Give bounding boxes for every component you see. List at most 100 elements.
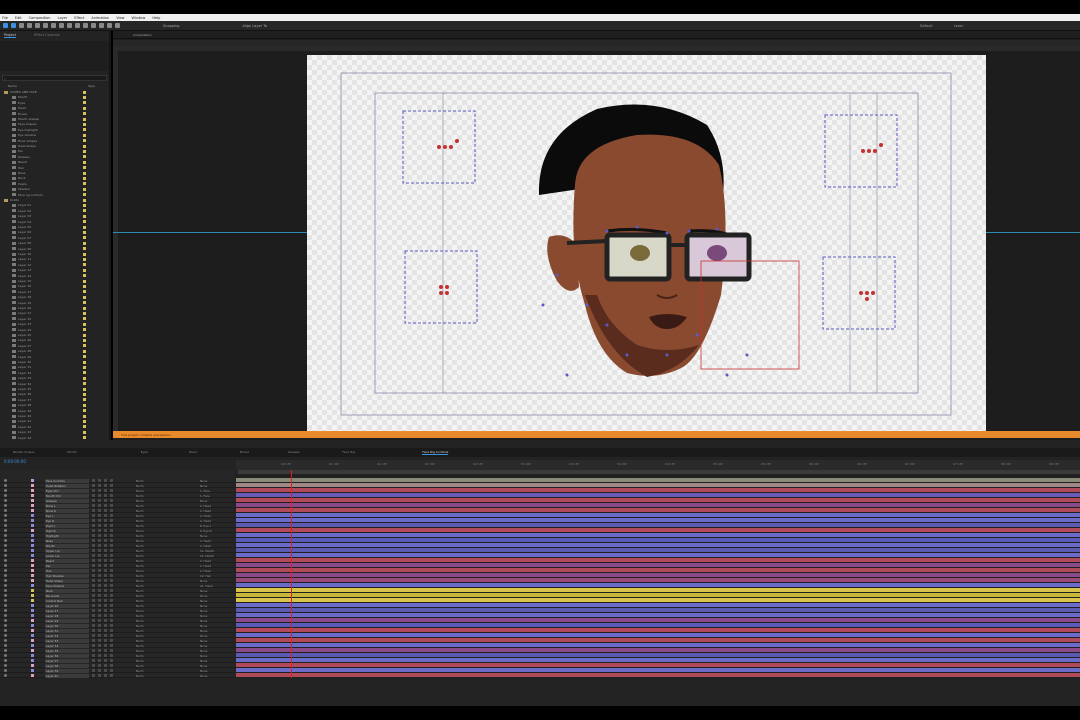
layer-name[interactable]: Layer 40 [45,673,89,678]
layer-mode[interactable]: Norm [136,589,144,593]
clone-tool-icon[interactable] [91,23,96,28]
layer-name[interactable]: Hair [45,568,89,573]
visibility-eye-icon[interactable] [4,619,7,622]
layer-mode[interactable]: Norm [136,504,144,508]
label-color[interactable] [83,311,86,315]
layer-switch[interactable] [98,499,101,502]
layer-parent[interactable]: 19. Hair [200,574,211,578]
layer-name[interactable]: Head Rotation [45,483,89,488]
layer-switch[interactable] [110,499,113,502]
layer-label-color[interactable] [31,599,34,602]
layer-track-bar[interactable] [236,588,1080,592]
layer-switch[interactable] [110,554,113,557]
layer-switch[interactable] [104,539,107,542]
layer-parent[interactable]: None [200,664,207,668]
visibility-eye-icon[interactable] [4,579,7,582]
layer-track-bar[interactable] [236,498,1080,502]
layer-label-color[interactable] [31,519,34,522]
project-search-input[interactable]: ⌕ [2,75,107,81]
label-color[interactable] [83,144,86,148]
layer-track-bar[interactable] [236,628,1080,632]
visibility-eye-icon[interactable] [4,594,7,597]
layer-label-color[interactable] [31,589,34,592]
visibility-eye-icon[interactable] [4,559,7,562]
label-color[interactable] [83,338,86,342]
menu-item[interactable]: Animation [91,16,109,20]
layer-label-color[interactable] [31,569,34,572]
layer-parent[interactable]: None [200,674,207,678]
label-color[interactable] [83,430,86,434]
layer-switch[interactable] [104,559,107,562]
layer-parent[interactable]: 1. Face [200,494,210,498]
layer-mode[interactable]: Norm [136,494,144,498]
layer-switch[interactable] [92,599,95,602]
label-color[interactable] [83,376,86,380]
layer-name[interactable]: Brow L [45,503,89,508]
layer-mode[interactable]: Norm [136,564,144,568]
layer-mode[interactable]: Norm [136,629,144,633]
layer-track-bar[interactable] [236,488,1080,492]
layer-name[interactable]: Head Shape [45,578,89,583]
pen-tool-icon[interactable] [67,23,72,28]
layer-name[interactable]: Layer 32 [45,633,89,638]
layer-switch[interactable] [92,479,95,482]
layer-name[interactable]: Layer 37 [45,658,89,663]
label-color[interactable] [83,279,86,283]
layer-switch[interactable] [92,674,95,677]
layer-switch[interactable] [98,639,101,642]
label-color[interactable] [83,414,86,418]
visibility-eye-icon[interactable] [4,509,7,512]
layer-label-color[interactable] [31,619,34,622]
layer-track-bar[interactable] [236,543,1080,547]
layer-switch[interactable] [104,534,107,537]
layer-parent[interactable]: None [200,604,207,608]
visibility-eye-icon[interactable] [4,664,7,667]
menu-item[interactable]: File [2,16,8,20]
visibility-eye-icon[interactable] [4,549,7,552]
menu-item[interactable]: Layer [58,16,68,20]
layer-switch[interactable] [110,479,113,482]
layer-name[interactable]: Pupil L [45,523,89,528]
layer-parent[interactable]: None [200,589,207,593]
col-name-header[interactable]: Name [8,84,17,88]
layer-track-bar[interactable] [236,508,1080,512]
type-tool-icon[interactable] [75,23,80,28]
layer-track-bar[interactable] [236,548,1080,552]
layer-track-bar[interactable] [236,633,1080,637]
layer-switch[interactable] [110,549,113,552]
layer-parent[interactable]: None [200,669,207,673]
layer-label-color[interactable] [31,554,34,557]
layer-parent[interactable]: None [200,644,207,648]
layer-switch[interactable] [104,674,107,677]
layer-parent[interactable]: 14. Mouth [200,549,214,553]
label-color[interactable] [83,122,86,126]
layer-switch[interactable] [98,489,101,492]
layer-switch[interactable] [98,609,101,612]
layer-switch[interactable] [98,584,101,587]
label-color[interactable] [83,306,86,310]
label-color[interactable] [83,166,86,170]
visibility-eye-icon[interactable] [4,564,7,567]
visibility-eye-icon[interactable] [4,514,7,517]
layer-mode[interactable]: Norm [136,639,144,643]
layer-switch[interactable] [92,589,95,592]
layer-switch[interactable] [104,529,107,532]
layer-name[interactable]: Nose [45,538,89,543]
layer-switch[interactable] [110,524,113,527]
layer-switch[interactable] [98,514,101,517]
layer-name[interactable]: Highlight [45,533,89,538]
visibility-eye-icon[interactable] [4,669,7,672]
visibility-eye-icon[interactable] [4,554,7,557]
label-color[interactable] [83,290,86,294]
workspace-learn[interactable]: Learn [954,24,964,28]
layer-switch[interactable] [104,524,107,527]
layer-switch[interactable] [110,639,113,642]
layer-mode[interactable]: Norm [136,614,144,618]
layer-switch[interactable] [104,634,107,637]
layer-switch[interactable] [98,634,101,637]
label-color[interactable] [83,171,86,175]
layer-label-color[interactable] [31,559,34,562]
layer-switch[interactable] [92,639,95,642]
label-color[interactable] [83,322,86,326]
layer-switch[interactable] [92,519,95,522]
